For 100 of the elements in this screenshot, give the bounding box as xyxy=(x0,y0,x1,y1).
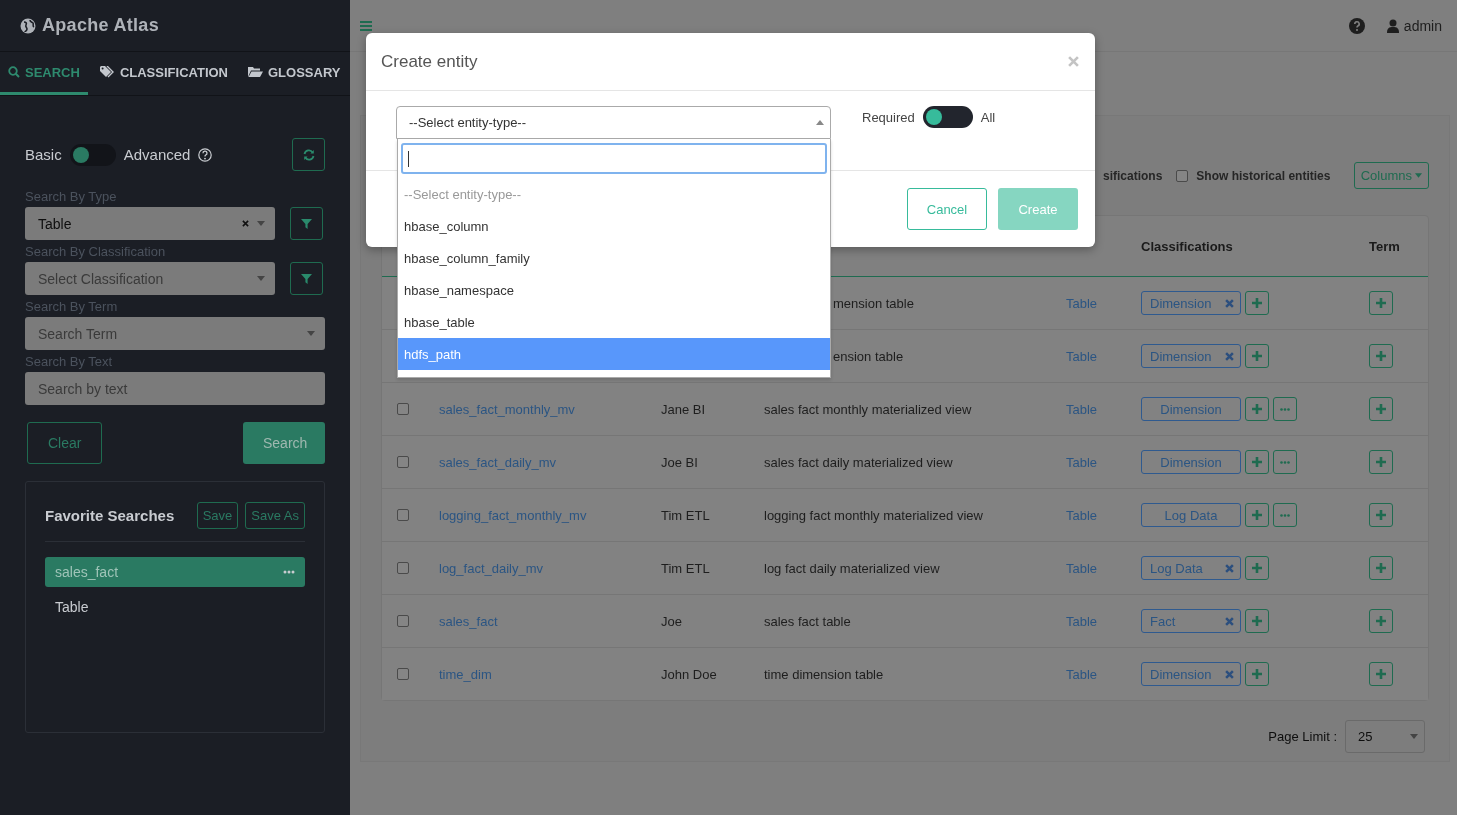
row-checkbox[interactable] xyxy=(397,509,409,521)
more-button[interactable] xyxy=(1273,397,1297,421)
refresh-icon xyxy=(302,148,315,161)
ellipsis-icon[interactable] xyxy=(283,570,295,574)
add-classification-button[interactable] xyxy=(1245,503,1269,527)
add-classification-button[interactable] xyxy=(1245,397,1269,421)
add-classification-button[interactable] xyxy=(1245,556,1269,580)
dropdown-option[interactable]: hbase_namespace xyxy=(398,274,830,306)
classification-tag[interactable]: Dimension xyxy=(1141,450,1241,474)
entity-link[interactable]: sales_fact_daily_mv xyxy=(439,454,557,470)
plus-icon xyxy=(1376,669,1386,679)
classification-tag[interactable]: Fact xyxy=(1141,609,1241,633)
remove-icon[interactable] xyxy=(1225,669,1234,679)
select-placeholder: Search Term xyxy=(38,325,119,342)
page-limit-select[interactable]: 25 xyxy=(1345,720,1425,753)
plus-icon xyxy=(1252,457,1262,467)
type-link[interactable]: Table xyxy=(1066,401,1098,417)
owner-cell: Joe BI xyxy=(661,454,698,470)
add-term-button[interactable] xyxy=(1369,556,1393,580)
entity-type-select[interactable]: --Select entity-type-- xyxy=(396,106,831,139)
entity-link[interactable]: logging_fact_monthly_mv xyxy=(439,507,587,523)
add-term-button[interactable] xyxy=(1369,450,1393,474)
caret-icon xyxy=(257,221,265,226)
type-link[interactable]: Table xyxy=(1066,348,1098,364)
type-link[interactable]: Table xyxy=(1066,613,1098,629)
columns-button[interactable]: Columns xyxy=(1353,162,1429,189)
mode-toggle[interactable] xyxy=(69,143,116,166)
menu-icon[interactable] xyxy=(360,20,372,31)
add-term-button[interactable] xyxy=(1369,397,1393,421)
dropdown-option[interactable]: hbase_table xyxy=(398,306,830,338)
dropdown-option[interactable]: hbase_column_family xyxy=(398,242,830,274)
sidebar-tab[interactable]: GLOSSARY xyxy=(240,52,349,95)
dropdown-option[interactable]: hbase_column xyxy=(398,210,830,242)
remove-icon[interactable] xyxy=(1225,351,1234,361)
add-term-button[interactable] xyxy=(1369,344,1393,368)
row-checkbox[interactable] xyxy=(397,403,409,415)
caret-icon xyxy=(307,331,315,336)
remove-icon[interactable] xyxy=(1225,563,1234,573)
user-name[interactable]: admin xyxy=(1403,17,1442,34)
classification-tag[interactable]: Dimension xyxy=(1141,291,1241,315)
cancel-button[interactable]: Cancel xyxy=(907,188,987,230)
add-classification-button[interactable] xyxy=(1245,344,1269,368)
add-classification-button[interactable] xyxy=(1245,450,1269,474)
select-field[interactable]: Table xyxy=(25,207,275,240)
type-link[interactable]: Table xyxy=(1066,560,1098,576)
refresh-button[interactable] xyxy=(292,138,325,171)
checkbox[interactable] xyxy=(1176,169,1189,182)
select-field[interactable]: Select Classification xyxy=(25,262,275,295)
type-link[interactable]: Table xyxy=(1066,507,1098,523)
add-term-button[interactable] xyxy=(1369,609,1393,633)
type-link[interactable]: Table xyxy=(1066,666,1098,682)
sidebar-tab[interactable]: CLASSIFICATION xyxy=(91,52,236,95)
add-classification-button[interactable] xyxy=(1245,291,1269,315)
add-term-button[interactable] xyxy=(1369,291,1393,315)
classification-tag[interactable]: Log Data xyxy=(1141,556,1241,580)
add-term-button[interactable] xyxy=(1369,503,1393,527)
row-checkbox[interactable] xyxy=(397,456,409,468)
row-checkbox[interactable] xyxy=(397,668,409,680)
help-icon[interactable] xyxy=(198,147,213,162)
basic-label: Basic xyxy=(25,146,62,163)
classification-tag[interactable]: Dimension xyxy=(1141,397,1241,421)
classification-tag[interactable]: Dimension xyxy=(1141,344,1241,368)
type-link[interactable]: Table xyxy=(1066,295,1098,311)
required-toggle[interactable] xyxy=(922,106,973,128)
filter-button[interactable] xyxy=(290,262,323,295)
remove-icon[interactable] xyxy=(1225,298,1234,308)
add-term-button[interactable] xyxy=(1369,662,1393,686)
add-classification-button[interactable] xyxy=(1245,662,1269,686)
help-icon[interactable] xyxy=(1348,17,1365,34)
save-button[interactable]: Save xyxy=(196,502,239,529)
text-field[interactable]: Search by text xyxy=(25,372,325,405)
search-field[interactable] xyxy=(401,143,827,174)
row-checkbox[interactable] xyxy=(397,562,409,574)
add-classification-button[interactable] xyxy=(1245,609,1269,633)
save-button[interactable]: Save As xyxy=(245,502,305,529)
plus-icon xyxy=(1376,510,1386,520)
remove-icon[interactable] xyxy=(1225,616,1234,626)
clear-button[interactable]: Clear xyxy=(27,422,103,464)
sidebar-tab[interactable]: SEARCH xyxy=(0,52,88,95)
select-field[interactable]: Search Term xyxy=(25,317,325,350)
row-checkbox[interactable] xyxy=(397,615,409,627)
favorite-item[interactable]: sales_fact xyxy=(45,557,305,587)
classification-tag[interactable]: Dimension xyxy=(1141,662,1241,686)
entity-link[interactable]: time_dim xyxy=(439,666,492,682)
dropdown-option[interactable]: hdfs_path xyxy=(398,338,830,370)
clear-icon[interactable] xyxy=(242,220,249,227)
entity-link[interactable]: sales_fact xyxy=(439,613,498,629)
plus-icon xyxy=(1376,298,1386,308)
favorite-item[interactable]: Table xyxy=(45,592,305,622)
more-button[interactable] xyxy=(1273,503,1297,527)
type-link[interactable]: Table xyxy=(1066,454,1098,470)
entity-link[interactable]: sales_fact_monthly_mv xyxy=(439,401,575,417)
entity-link[interactable]: log_fact_daily_mv xyxy=(439,560,544,576)
classification-tag[interactable]: Log Data xyxy=(1141,503,1241,527)
search-button[interactable]: Search xyxy=(243,422,325,464)
more-button[interactable] xyxy=(1273,450,1297,474)
historical-label: Show historical entities xyxy=(1196,168,1331,183)
filter-button[interactable] xyxy=(290,207,323,240)
dropdown-option[interactable]: --Select entity-type-- xyxy=(398,178,830,210)
close-icon[interactable] xyxy=(1068,56,1079,67)
